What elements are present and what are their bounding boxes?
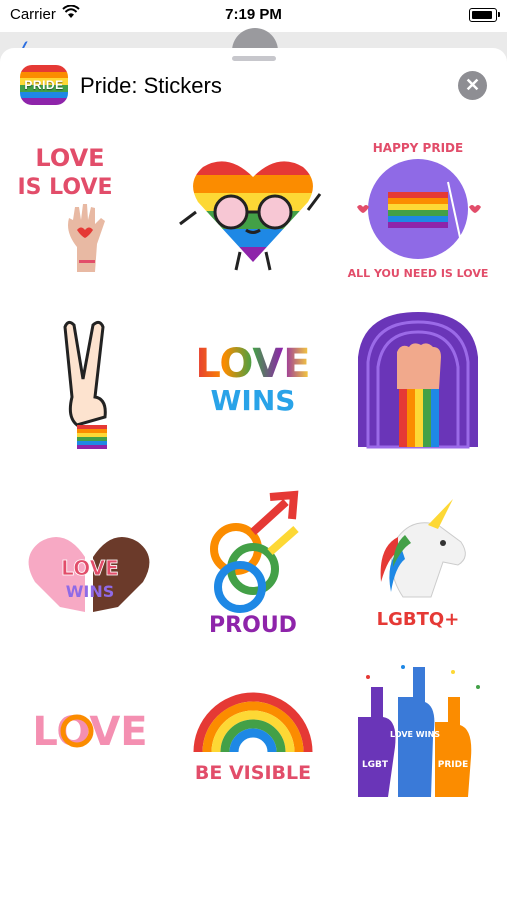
sticker-unicorn[interactable]: LGBTQ+ xyxy=(343,487,493,637)
all-you-need-text: ALL YOU NEED IS LOVE xyxy=(348,267,489,280)
clock: 7:19 PM xyxy=(225,6,282,23)
sticker-love-is-love[interactable]: LOVE IS LOVE xyxy=(15,132,165,282)
battery-icon xyxy=(469,8,500,22)
sticker-happy-pride-flag[interactable]: HAPPY PRIDE ALL YOU NEED IS LOVE xyxy=(343,132,493,282)
sticker-be-visible[interactable]: BE VISIBLE xyxy=(178,657,328,807)
sticker-heart-hands[interactable]: LOVE WINS xyxy=(15,487,165,637)
foam-finger-label-2: LOVE WINS xyxy=(390,730,440,739)
sticker-heart-with-glasses[interactable] xyxy=(178,132,328,282)
sheet-title: Pride: Stickers xyxy=(80,73,222,98)
foam-finger-label-1: LGBT xyxy=(362,760,389,770)
sticker-raised-fist[interactable] xyxy=(343,307,493,457)
foam-finger-label-3: PRIDE xyxy=(438,760,469,770)
sticker-foam-fingers[interactable]: LGBT LOVE WINS PRIDE xyxy=(343,657,493,807)
sticker-love-wins[interactable]: LOVE WINS xyxy=(178,307,328,457)
heart-hands-line2: WINS xyxy=(66,582,115,601)
be-visible-text: BE VISIBLE xyxy=(195,762,311,784)
proud-text: PROUD xyxy=(209,613,297,637)
close-button[interactable]: ✕ xyxy=(458,71,487,100)
happy-pride-text: HAPPY PRIDE xyxy=(373,141,463,155)
love-is-love-line1: LOVE xyxy=(35,144,104,172)
lgbtq-text: LGBTQ+ xyxy=(377,609,460,630)
sticker-peace-hand[interactable] xyxy=(15,307,165,457)
sticker-love-text[interactable]: LOVE xyxy=(15,657,165,807)
love-is-love-line2: IS LOVE xyxy=(17,175,112,200)
close-icon: ✕ xyxy=(464,75,481,95)
sticker-sheet: PRIDE Pride: Stickers ✕ LOVE IS LOVE HAP… xyxy=(0,48,507,908)
sticker-gender-symbols[interactable]: PROUD xyxy=(178,487,328,638)
app-icon: PRIDE xyxy=(20,65,68,105)
love-wins-line1: LOVE xyxy=(195,341,310,387)
sheet-grabber[interactable] xyxy=(232,56,276,61)
love-wins-line2: WINS xyxy=(211,384,296,417)
app-icon-text: PRIDE xyxy=(24,78,64,92)
heart-hands-line1: LOVE xyxy=(61,556,119,580)
